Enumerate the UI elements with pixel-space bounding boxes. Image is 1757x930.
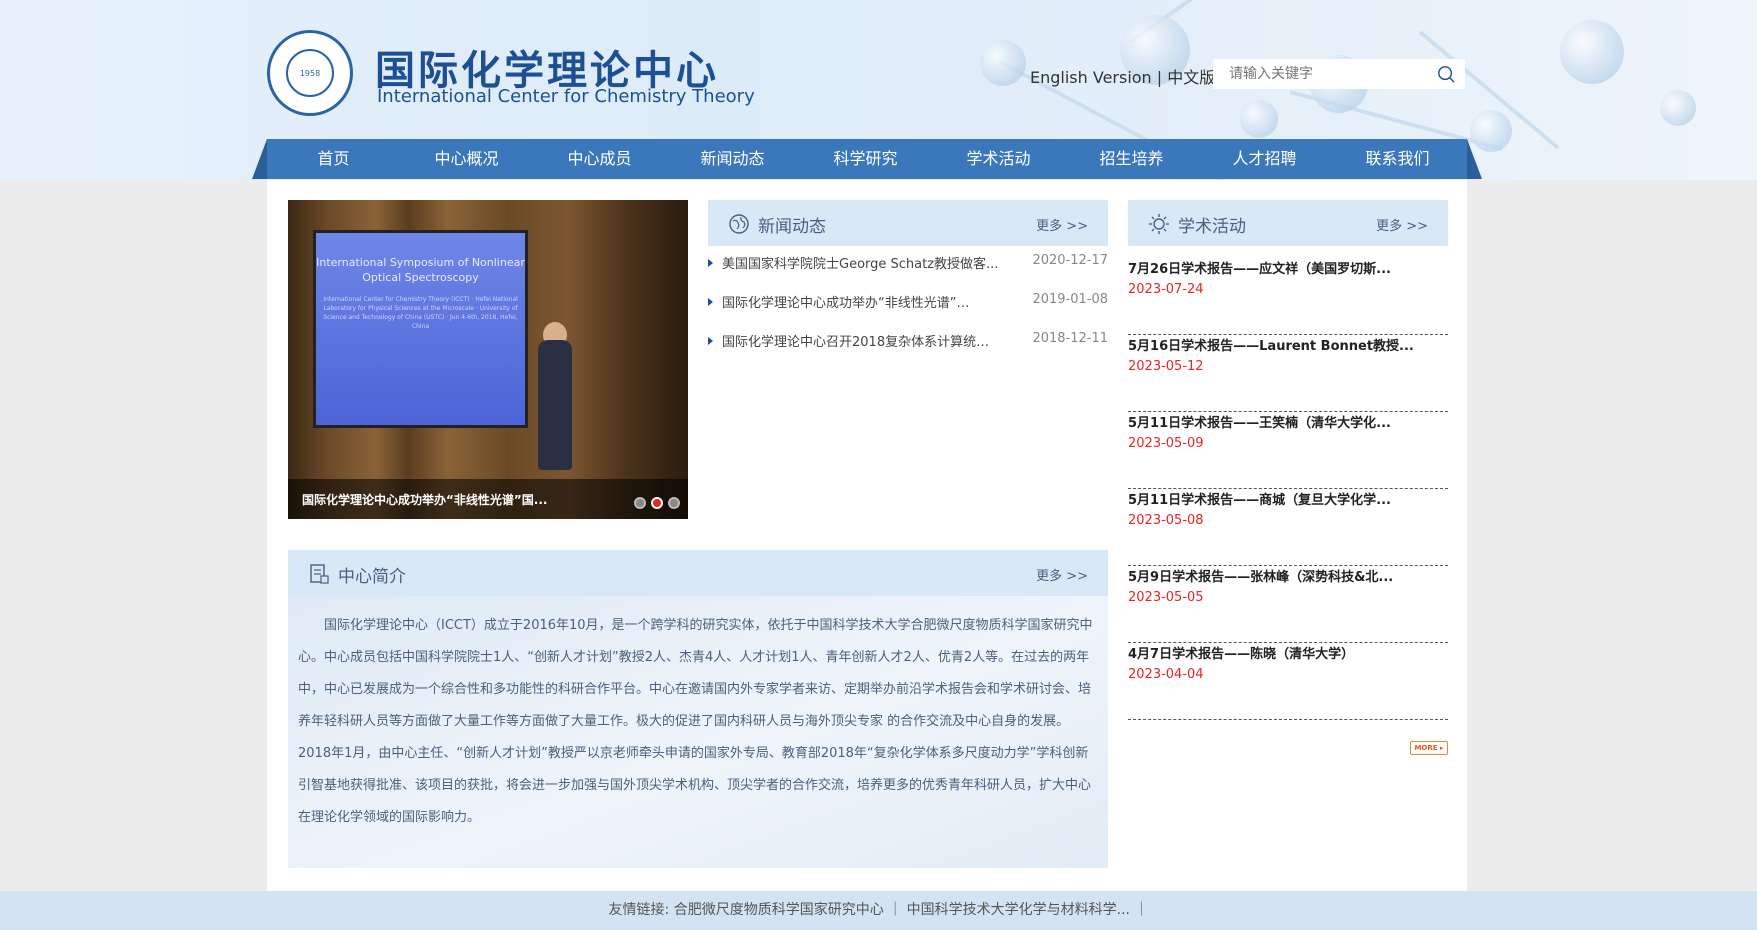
english-version-link[interactable]: English Version bbox=[1030, 68, 1152, 87]
slide-screen-subtitle: International Center for Chemistry Theor… bbox=[323, 296, 518, 330]
lang-separator: | bbox=[1151, 68, 1168, 87]
nav-home[interactable]: 首页 bbox=[267, 139, 400, 179]
university-logo[interactable]: 1958 bbox=[267, 30, 353, 116]
intro-more-link[interactable]: 更多 >> bbox=[1036, 565, 1088, 584]
footer-link-2[interactable]: 中国科学技术大学化学与材料科学... bbox=[907, 902, 1130, 918]
news-title[interactable]: 美国国家科学院院士George Schatz教授做客... bbox=[722, 253, 1012, 272]
intro-text: 国际化学理论中心（ICCT）成立于2016年10月，是一个跨学科的研究实体，依托… bbox=[298, 618, 1093, 825]
main-nav: 首页 中心概况 中心成员 新闻动态 科学研究 学术活动 招生培养 人才招聘 联系… bbox=[252, 139, 1482, 179]
slide-dot-2[interactable] bbox=[651, 497, 663, 509]
slide-person bbox=[538, 340, 572, 470]
list-item: 5月9日学术报告——张林峰（深势科技&北... 2023-05-05 bbox=[1128, 566, 1448, 643]
news-date: 2019-01-08 bbox=[1032, 292, 1108, 307]
news-date: 2020-12-17 bbox=[1032, 253, 1108, 268]
activities-panel-header: 学术活动 更多 >> bbox=[1128, 200, 1448, 246]
main-content: International Symposium of Nonlinear Opt… bbox=[267, 180, 1467, 892]
list-item: 5月11日学术报告——商城（复旦大学化学... 2023-05-08 bbox=[1128, 489, 1448, 566]
news-title[interactable]: 国际化学理论中心成功举办“非线性光谱”… bbox=[722, 292, 1012, 311]
intro-panel-header: 中心简介 更多 >> bbox=[288, 550, 1108, 596]
footer: 友情链接: 合肥微尺度物质科学国家研究中心 ｜ 中国科学技术大学化学与材料科学.… bbox=[0, 891, 1757, 930]
arrow-icon bbox=[708, 259, 713, 267]
arrow-icon bbox=[708, 298, 713, 306]
news-heading: 新闻动态 bbox=[758, 217, 826, 237]
nav-activities[interactable]: 学术活动 bbox=[932, 139, 1065, 179]
activity-title[interactable]: 5月9日学术报告——张林峰（深势科技&北... bbox=[1128, 566, 1393, 585]
globe-icon bbox=[729, 214, 749, 234]
slide-dots bbox=[634, 497, 680, 509]
chinese-version-link[interactable]: 中文版 bbox=[1167, 68, 1215, 87]
image-slider[interactable]: International Symposium of Nonlinear Opt… bbox=[288, 200, 688, 519]
language-switch: English Version | 中文版 bbox=[1030, 64, 1215, 88]
nav-research[interactable]: 科学研究 bbox=[799, 139, 932, 179]
activity-date: 2023-07-24 bbox=[1128, 282, 1204, 297]
list-item: 国际化学理论中心成功举办“非线性光谱”… 2019-01-08 bbox=[708, 292, 1108, 331]
activities-more-link[interactable]: 更多 >> bbox=[1376, 215, 1428, 234]
slide-screen-title: International Symposium of Nonlinear Opt… bbox=[316, 256, 525, 284]
news-title[interactable]: 国际化学理论中心召开2018复杂体系计算统… bbox=[722, 331, 1012, 350]
slide-caption[interactable]: 国际化学理论中心成功举办“非线性光谱”国... bbox=[302, 491, 547, 508]
intro-body: 国际化学理论中心（ICCT）成立于2016年10月，是一个跨学科的研究实体，依托… bbox=[288, 596, 1108, 868]
list-item: 7月26日学术报告——应文祥（美国罗切斯... 2023-07-24 bbox=[1128, 258, 1448, 335]
footer-separator: ｜ bbox=[888, 902, 903, 918]
slide-caption-bar: 国际化学理论中心成功举办“非线性光谱”国... bbox=[288, 479, 688, 519]
sun-gear-icon bbox=[1149, 214, 1169, 234]
news-more-link[interactable]: 更多 >> bbox=[1036, 215, 1088, 234]
slide-dot-1[interactable] bbox=[634, 497, 646, 509]
search-box bbox=[1213, 59, 1465, 89]
nav-recruitment[interactable]: 人才招聘 bbox=[1198, 139, 1331, 179]
activity-title[interactable]: 7月26日学术报告——应文祥（美国罗切斯... bbox=[1128, 258, 1391, 277]
nav-admission[interactable]: 招生培养 bbox=[1065, 139, 1198, 179]
activities-list: 7月26日学术报告——应文祥（美国罗切斯... 2023-07-24 5月16日学… bbox=[1128, 258, 1448, 720]
news-date: 2018-12-11 bbox=[1032, 331, 1108, 346]
activity-title[interactable]: 5月11日学术报告——王笑楠（清华大学化... bbox=[1128, 412, 1391, 431]
search-icon[interactable] bbox=[1437, 65, 1455, 83]
nav-overview[interactable]: 中心概况 bbox=[400, 139, 533, 179]
activity-title[interactable]: 5月16日学术报告——Laurent Bonnet教授... bbox=[1128, 335, 1414, 354]
activity-title[interactable]: 4月7日学术报告——陈晓（清华大学） bbox=[1128, 643, 1354, 662]
activities-more-button[interactable]: MORE ▸ bbox=[1410, 741, 1448, 755]
nav-members[interactable]: 中心成员 bbox=[533, 139, 666, 179]
list-item: 美国国家科学院院士George Schatz教授做客... 2020-12-17 bbox=[708, 253, 1108, 292]
list-item: 4月7日学术报告——陈晓（清华大学） 2023-04-04 bbox=[1128, 643, 1448, 720]
activity-date: 2023-05-09 bbox=[1128, 436, 1204, 451]
activity-date: 2023-05-05 bbox=[1128, 590, 1204, 605]
activity-date: 2023-05-08 bbox=[1128, 513, 1204, 528]
activities-heading: 学术活动 bbox=[1178, 217, 1246, 237]
nav-contact[interactable]: 联系我们 bbox=[1331, 139, 1464, 179]
document-icon bbox=[310, 564, 329, 584]
footer-separator: ｜ bbox=[1134, 902, 1149, 918]
list-item: 国际化学理论中心召开2018复杂体系计算统… 2018-12-11 bbox=[708, 331, 1108, 370]
news-list: 美国国家科学院院士George Schatz教授做客... 2020-12-17 … bbox=[708, 253, 1108, 370]
slide-dot-3[interactable] bbox=[668, 497, 680, 509]
footer-label: 友情链接: bbox=[608, 902, 670, 918]
logo-year: 1958 bbox=[299, 69, 321, 78]
logo-emblem: 1958 bbox=[286, 49, 334, 97]
activity-date: 2023-05-12 bbox=[1128, 359, 1204, 374]
search-input[interactable] bbox=[1213, 59, 1423, 89]
news-panel-header: 新闻动态 更多 >> bbox=[708, 200, 1108, 246]
site-title-en: International Center for Chemistry Theor… bbox=[377, 86, 755, 107]
arrow-icon bbox=[708, 337, 713, 345]
slide-projection-screen: International Symposium of Nonlinear Opt… bbox=[313, 230, 528, 428]
footer-link-1[interactable]: 合肥微尺度物质科学国家研究中心 bbox=[674, 902, 884, 918]
nav-news[interactable]: 新闻动态 bbox=[666, 139, 799, 179]
intro-heading: 中心简介 bbox=[338, 567, 406, 587]
activity-date: 2023-04-04 bbox=[1128, 667, 1204, 682]
activity-title[interactable]: 5月11日学术报告——商城（复旦大学化学... bbox=[1128, 489, 1391, 508]
list-item: 5月16日学术报告——Laurent Bonnet教授... 2023-05-12 bbox=[1128, 335, 1448, 412]
list-item: 5月11日学术报告——王笑楠（清华大学化... 2023-05-09 bbox=[1128, 412, 1448, 489]
